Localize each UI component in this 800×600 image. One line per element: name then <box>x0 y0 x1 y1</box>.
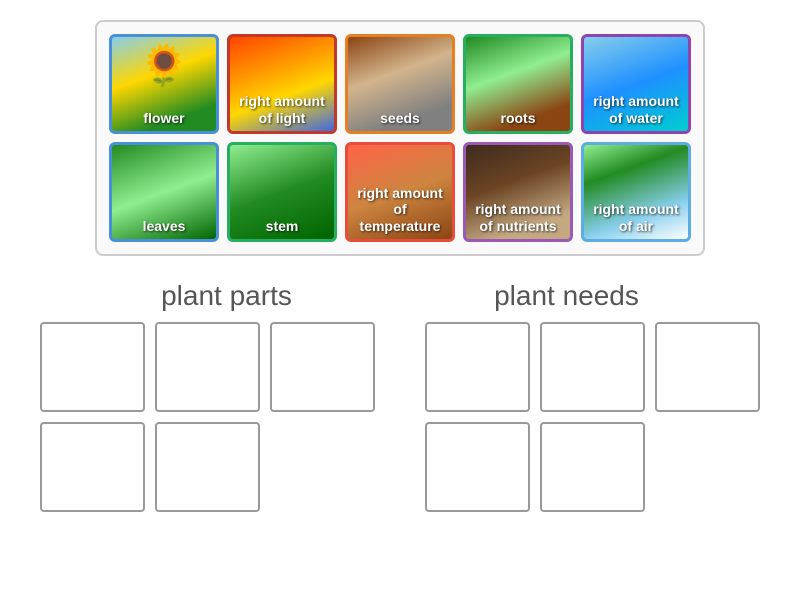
plant-parts-drop-zones <box>40 322 375 512</box>
card-air-label: right amountof air <box>589 197 683 239</box>
drop-zone[interactable] <box>40 322 145 412</box>
plant-needs-row-1 <box>425 322 760 412</box>
main-container: flower right amountof light seeds roots … <box>0 0 800 532</box>
card-row-2: leaves stem right amountof temperature r… <box>109 142 691 242</box>
plant-needs-row-2 <box>425 422 760 512</box>
drop-zone[interactable] <box>425 322 530 412</box>
card-roots[interactable]: roots <box>463 34 573 134</box>
card-flower[interactable]: flower <box>109 34 219 134</box>
drop-zone[interactable] <box>425 422 530 512</box>
card-light[interactable]: right amountof light <box>227 34 337 134</box>
card-stem-label: stem <box>262 214 303 239</box>
card-row-1: flower right amountof light seeds roots … <box>109 34 691 134</box>
card-nutrients-label: right amountof nutrients <box>471 197 565 239</box>
drop-zones-container <box>20 322 780 512</box>
card-water-label: right amountof water <box>589 89 683 131</box>
card-leaves-label: leaves <box>139 214 190 239</box>
drop-zone[interactable] <box>540 322 645 412</box>
card-seeds-label: seeds <box>376 106 424 131</box>
plant-needs-title: plant needs <box>494 280 639 312</box>
card-flower-label: flower <box>139 106 188 131</box>
plant-parts-row-1 <box>40 322 375 412</box>
card-temperature[interactable]: right amountof temperature <box>345 142 455 242</box>
drop-zone[interactable] <box>540 422 645 512</box>
drop-zone[interactable] <box>40 422 145 512</box>
drop-zone[interactable] <box>155 322 260 412</box>
card-light-label: right amountof light <box>235 89 329 131</box>
plant-needs-drop-zones <box>425 322 760 512</box>
categories: plant parts plant needs <box>60 280 740 312</box>
card-air[interactable]: right amountof air <box>581 142 691 242</box>
card-temperature-label: right amountof temperature <box>348 181 452 239</box>
card-grid: flower right amountof light seeds roots … <box>95 20 705 256</box>
card-stem[interactable]: stem <box>227 142 337 242</box>
card-seeds[interactable]: seeds <box>345 34 455 134</box>
card-roots-label: roots <box>497 106 540 131</box>
drop-zone[interactable] <box>270 322 375 412</box>
card-nutrients[interactable]: right amountof nutrients <box>463 142 573 242</box>
plant-parts-title: plant parts <box>161 280 292 312</box>
plant-parts-row-2 <box>40 422 375 512</box>
drop-zone[interactable] <box>655 322 760 412</box>
drop-zone[interactable] <box>155 422 260 512</box>
card-leaves[interactable]: leaves <box>109 142 219 242</box>
card-water[interactable]: right amountof water <box>581 34 691 134</box>
